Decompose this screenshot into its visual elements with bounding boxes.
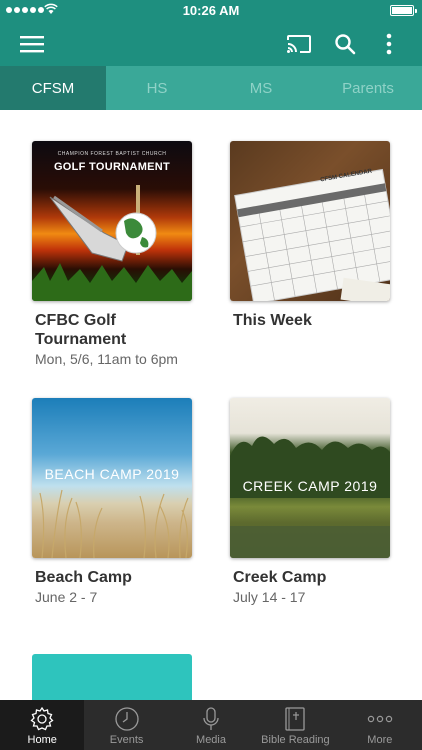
event-title: Beach Camp bbox=[35, 569, 132, 586]
tab-cfsm[interactable]: CFSM bbox=[0, 66, 106, 110]
event-title: This Week bbox=[233, 312, 312, 329]
image-title: CREEK CAMP 2019 bbox=[242, 478, 378, 494]
nav-media[interactable]: Media bbox=[169, 700, 253, 750]
nav-home[interactable]: Home bbox=[0, 700, 85, 750]
bible-icon bbox=[285, 707, 306, 731]
menu-button[interactable] bbox=[16, 28, 48, 60]
status-time: 10:26 AM bbox=[182, 3, 240, 18]
event-image: BEACH CAMP 2019 bbox=[32, 398, 192, 558]
nav-label: Media bbox=[196, 734, 226, 746]
tab-label: CFSM bbox=[31, 79, 75, 97]
bottom-nav: Home Events Media Bible Reading More bbox=[0, 700, 422, 750]
tab-hs[interactable]: HS bbox=[106, 66, 208, 110]
app-bar bbox=[0, 22, 422, 66]
event-date: July 14 - 17 bbox=[233, 589, 306, 605]
nav-events[interactable]: Events bbox=[84, 700, 168, 750]
event-card-golf[interactable]: CHAMPION FOREST BAPTIST CHURCH GOLF TOUR… bbox=[32, 141, 194, 368]
tab-label: MS bbox=[249, 79, 273, 97]
event-image: CHAMPION FOREST BAPTIST CHURCH GOLF TOUR… bbox=[32, 141, 192, 301]
nav-label: Bible Reading bbox=[261, 734, 330, 746]
tab-bar: CFSM HS MS Parents bbox=[0, 66, 422, 110]
gear-icon bbox=[30, 706, 54, 731]
nav-label: Events bbox=[109, 734, 144, 746]
more-horizontal-icon bbox=[367, 715, 393, 723]
tab-parents[interactable]: Parents bbox=[314, 66, 422, 110]
microphone-icon bbox=[203, 707, 219, 730]
event-image: CREEK CAMP 2019 bbox=[230, 398, 390, 558]
tab-label: Parents bbox=[342, 79, 394, 97]
tab-ms[interactable]: MS bbox=[208, 66, 314, 110]
event-title: CFBC Golf Tournament bbox=[35, 312, 127, 348]
event-card-beach-camp[interactable]: BEACH CAMP 2019 Beach Camp June 2 - 7 bbox=[32, 398, 194, 606]
event-card-this-week[interactable]: CFSM CALENDAR This Week bbox=[230, 141, 392, 330]
event-date: Mon, 5/6, 11am to 6pm bbox=[35, 351, 178, 367]
nav-label: Home bbox=[27, 734, 57, 746]
event-date: June 2 - 7 bbox=[35, 589, 98, 605]
event-title: Creek Camp bbox=[233, 569, 327, 586]
menu-icon bbox=[20, 36, 44, 53]
search-icon bbox=[335, 34, 356, 55]
cast-button[interactable] bbox=[283, 28, 315, 60]
more-options-button[interactable] bbox=[373, 28, 405, 60]
clock-icon bbox=[114, 707, 139, 731]
status-bar: 10:26 AM bbox=[0, 0, 422, 22]
image-title: BEACH CAMP 2019 bbox=[44, 466, 180, 482]
calendar-icon bbox=[234, 168, 390, 301]
event-image: CFSM CALENDAR bbox=[230, 141, 390, 301]
cast-icon bbox=[287, 35, 311, 53]
event-card-creek-camp[interactable]: CREEK CAMP 2019 Creek Camp July 14 - 17 bbox=[230, 398, 392, 606]
tab-label: HS bbox=[146, 79, 168, 97]
nav-label: More bbox=[367, 734, 393, 746]
more-vertical-icon bbox=[386, 33, 392, 55]
nav-bible-reading[interactable]: Bible Reading bbox=[253, 700, 337, 750]
battery-icon bbox=[390, 5, 417, 16]
nav-more[interactable]: More bbox=[338, 700, 422, 750]
search-button[interactable] bbox=[329, 28, 361, 60]
golf-ball-club-icon bbox=[32, 185, 192, 301]
